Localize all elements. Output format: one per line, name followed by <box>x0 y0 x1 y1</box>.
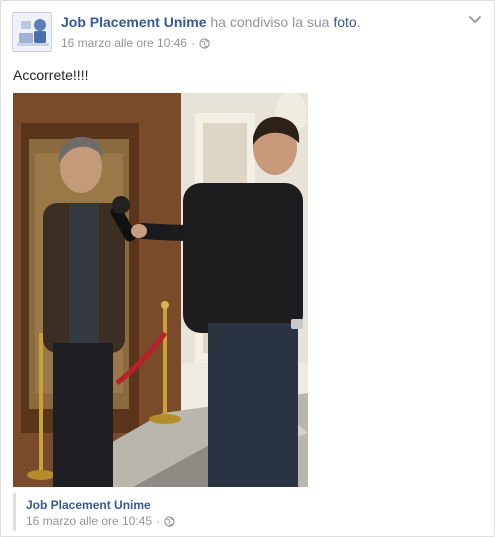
post-meta: 16 marzo alle ore 10:46 · <box>61 36 210 50</box>
meta-separator: · <box>191 36 196 50</box>
shared-attachment: Job Placement Unime 16 marzo alle ore 10… <box>13 493 313 531</box>
post-header: Job Placement Unime ha condiviso la sua … <box>61 14 361 30</box>
post-photo[interactable] <box>13 93 308 487</box>
photo-link[interactable]: foto <box>333 14 356 30</box>
globe-icon[interactable] <box>199 37 210 49</box>
author-name-link[interactable]: Job Placement Unime <box>61 14 207 30</box>
avatar-logo-icon <box>13 13 51 51</box>
photo-image <box>13 93 308 487</box>
shared-timestamp-link[interactable]: 16 marzo alle ore 10:45 <box>26 514 152 528</box>
action-text: ha condiviso la sua foto. <box>210 14 360 30</box>
globe-icon[interactable] <box>164 515 175 527</box>
action-prefix: ha condiviso la sua <box>210 14 334 30</box>
chevron-down-icon[interactable] <box>467 11 483 27</box>
action-suffix: . <box>356 14 361 30</box>
post-timestamp-link[interactable]: 16 marzo alle ore 10:46 <box>61 36 187 50</box>
page-avatar[interactable] <box>12 12 52 52</box>
shared-meta-separator: · <box>156 514 161 528</box>
post-message: Accorrete!!!! <box>13 67 89 83</box>
shared-author-link[interactable]: Job Placement Unime <box>26 498 151 512</box>
post-card: Job Placement Unime ha condiviso la sua … <box>0 0 495 537</box>
shared-meta: 16 marzo alle ore 10:45 · <box>26 514 175 528</box>
